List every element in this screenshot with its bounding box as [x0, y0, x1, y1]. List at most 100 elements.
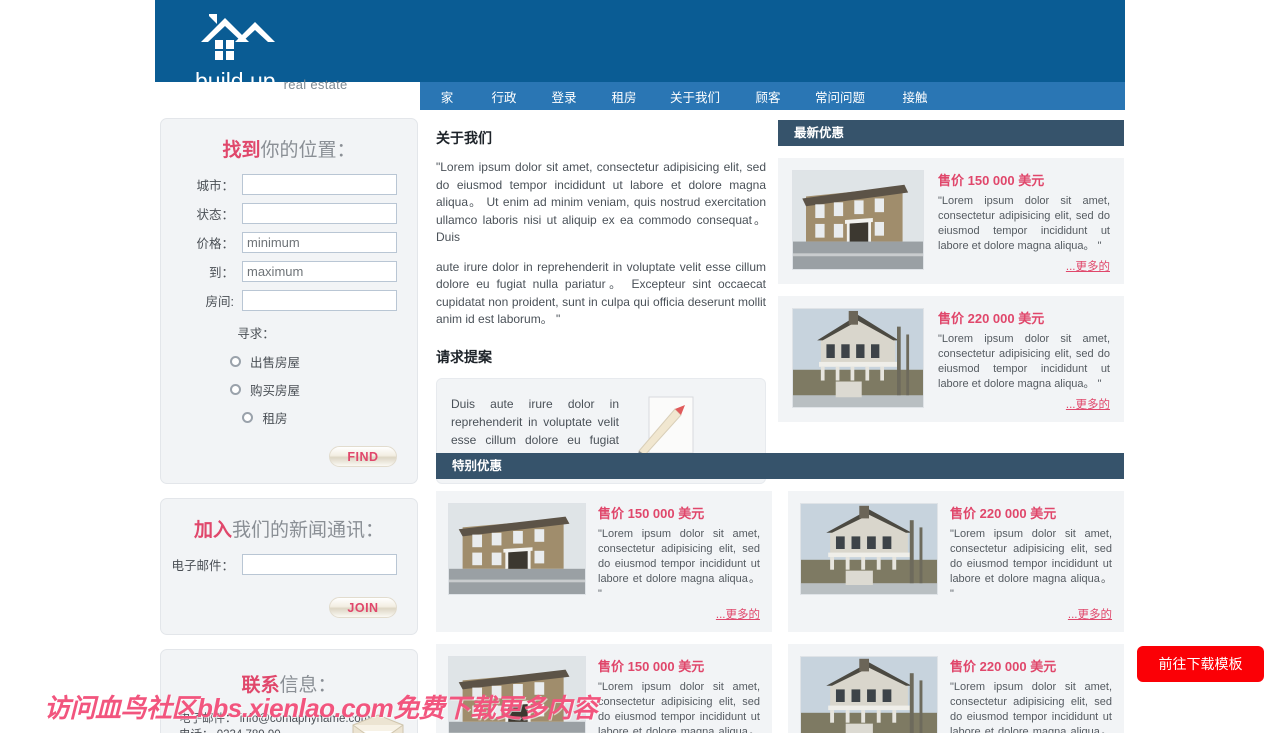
- latest-offers-section: 最新优惠 售价 150 000 美元 "Lorem ipsum dolor sit…: [778, 120, 1124, 422]
- nav-item-2[interactable]: 登录: [534, 82, 594, 110]
- search-option-0[interactable]: 出售房屋: [161, 352, 417, 371]
- special-offer-body: 售价 220 000 美元 "Lorem ipsum dolor sit amet…: [950, 656, 1112, 733]
- latest-offer-body: 售价 150 000 美元 "Lorem ipsum dolor sit amet…: [938, 170, 1110, 274]
- offer-description: "Lorem ipsum dolor sit amet, consectetur…: [938, 333, 1110, 390]
- special-offer-card: 售价 150 000 美元 "Lorem ipsum dolor sit amet…: [436, 491, 772, 632]
- offer-price: 售价 220 000 美元: [950, 506, 1057, 521]
- about-section: 关于我们 "Lorem ipsum dolor sit amet, consec…: [436, 128, 766, 484]
- search-field-label-4: 房间:: [205, 295, 234, 309]
- about-paragraph-1: "Lorem ipsum dolor sit amet, consectetur…: [436, 160, 766, 244]
- latest-offer-card: 售价 150 000 美元 "Lorem ipsum dolor sit amet…: [778, 158, 1124, 284]
- search-field-row-4: 房间:: [161, 290, 417, 311]
- house-roof-icon: [201, 14, 275, 60]
- about-paragraph-2: aute irure dolor in reprehenderit in vol…: [436, 259, 766, 327]
- find-panel-title: 找到你的位置：: [161, 119, 417, 174]
- find-title-rest: 你的位置：: [260, 140, 356, 161]
- special-offer-card: 售价 220 000 美元 "Lorem ipsum dolor sit amet…: [788, 491, 1124, 632]
- special-offer-body: 售价 150 000 美元 "Lorem ipsum dolor sit amet…: [598, 656, 760, 733]
- offer-more-link[interactable]: ...更多的: [950, 606, 1112, 622]
- download-template-button[interactable]: 前往下载模板: [1137, 646, 1264, 682]
- latest-offers-heading: 最新优惠: [778, 120, 1124, 146]
- special-offers-heading: 特别优惠: [436, 453, 1124, 479]
- logo[interactable]: build up real estate: [195, 12, 455, 94]
- offer-price: 售价 150 000 美元: [598, 659, 705, 674]
- notepad-pencil-icon: [637, 396, 694, 457]
- property-photo[interactable]: [800, 503, 938, 595]
- page-root: build up real estate 家行政 登录 租房 关于我们 顾客 常问问题 接触 …: [0, 0, 1280, 733]
- search-option-label-0: 出售房屋: [249, 356, 300, 370]
- search-field-label-2: 价格：: [196, 237, 234, 251]
- logo-text: build up real estate: [195, 68, 348, 95]
- nav-item-3[interactable]: 租房: [594, 82, 654, 110]
- nav-item-6[interactable]: 常问问题: [800, 82, 880, 110]
- offer-more-link[interactable]: ...更多的: [938, 396, 1110, 412]
- about-heading: 关于我们: [436, 130, 492, 146]
- find-location-panel: 找到你的位置： 城市： 状态： 价格： 到： 房间: 寻求： 出售房屋购买房屋租房 FI…: [160, 118, 418, 484]
- nav-item-4[interactable]: 关于我们: [654, 82, 736, 110]
- offer-description: "Lorem ipsum dolor sit amet, consectetur…: [950, 528, 1112, 600]
- search-field-row-1: 状态：: [161, 203, 417, 224]
- newsletter-email-row: 电子邮件：: [161, 554, 417, 575]
- latest-offer-body: 售价 220 000 美元 "Lorem ipsum dolor sit amet…: [938, 308, 1110, 412]
- nav-item-1[interactable]: 行政: [474, 82, 534, 110]
- newsletter-email-label: 电子邮件：: [171, 559, 234, 573]
- offer-price: 售价 220 000 美元: [950, 659, 1057, 674]
- contact-key-1: 电话：: [179, 729, 214, 733]
- search-field-input-2[interactable]: [242, 232, 397, 253]
- search-field-label-3: 到：: [208, 266, 234, 280]
- search-field-input-0[interactable]: [242, 174, 397, 195]
- special-offer-body: 售价 150 000 美元 "Lorem ipsum dolor sit amet…: [598, 503, 760, 622]
- search-option-1[interactable]: 购买房屋: [161, 380, 417, 399]
- nav-item-0[interactable]: 家: [420, 82, 474, 110]
- search-fields: 城市： 状态： 价格： 到： 房间:: [161, 174, 417, 311]
- radio-icon-1[interactable]: [229, 384, 241, 395]
- request-heading: 请求提案: [436, 348, 492, 365]
- join-button[interactable]: JOIN: [329, 597, 397, 618]
- search-field-input-4[interactable]: [242, 290, 397, 311]
- search-option-label-2: 租房: [262, 412, 288, 426]
- offer-description: "Lorem ipsum dolor sit amet, consectetur…: [598, 528, 760, 600]
- offer-price: 售价 220 000 美元: [938, 311, 1045, 326]
- search-field-label-0: 城市：: [196, 179, 234, 193]
- search-field-row-2: 价格：: [161, 232, 417, 253]
- latest-offer-card: 售价 220 000 美元 "Lorem ipsum dolor sit amet…: [778, 296, 1124, 422]
- newsletter-panel: 加入我们的新闻通讯： 电子邮件： JOIN: [160, 498, 418, 635]
- find-button[interactable]: FIND: [329, 446, 397, 467]
- offer-price: 售价 150 000 美元: [598, 506, 705, 521]
- main-nav: 家行政 登录 租房 关于我们 顾客 常问问题 接触: [420, 82, 1125, 110]
- brand-name: build up: [195, 68, 276, 94]
- search-field-row-0: 城市：: [161, 174, 417, 195]
- newsletter-panel-title: 加入我们的新闻通讯：: [161, 499, 417, 554]
- offer-more-link[interactable]: ...更多的: [598, 606, 760, 622]
- special-offer-card: 售价 220 000 美元 "Lorem ipsum dolor sit amet…: [788, 644, 1124, 733]
- radio-icon-0[interactable]: [229, 356, 241, 367]
- contact-value-1: 0234 789 90: [217, 729, 281, 733]
- search-option-2[interactable]: 租房: [161, 408, 417, 427]
- search-field-input-1[interactable]: [242, 203, 397, 224]
- join-button-wrap: JOIN: [161, 583, 417, 634]
- nav-item-5[interactable]: 顾客: [736, 82, 800, 110]
- find-button-wrap: FIND: [161, 436, 417, 483]
- search-field-label-1: 状态：: [196, 208, 234, 222]
- radio-icon-2[interactable]: [242, 412, 254, 423]
- offer-description: "Lorem ipsum dolor sit amet, consectetur…: [598, 681, 760, 733]
- search-field-row-3: 到：: [161, 261, 417, 282]
- left-sidebar: 找到你的位置： 城市： 状态： 价格： 到： 房间: 寻求： 出售房屋购买房屋租房 FI…: [160, 118, 418, 733]
- property-photo[interactable]: [448, 503, 586, 595]
- property-photo[interactable]: [792, 308, 924, 408]
- newsletter-email-input[interactable]: [242, 554, 397, 575]
- offer-description: "Lorem ipsum dolor sit amet, consectetur…: [938, 195, 1110, 252]
- offer-more-link[interactable]: ...更多的: [938, 258, 1110, 274]
- property-photo[interactable]: [800, 656, 938, 733]
- watermark-text: 访问血鸟社区bbs.xienlao.com免费下载更多内容: [44, 693, 598, 723]
- property-photo[interactable]: [792, 170, 924, 270]
- brand-tagline: real estate: [283, 77, 348, 92]
- newsletter-title-strong: 加入: [193, 520, 232, 541]
- search-option-label-1: 购买房屋: [249, 384, 300, 398]
- nav-item-7[interactable]: 接触: [880, 82, 950, 110]
- special-offer-body: 售价 220 000 美元 "Lorem ipsum dolor sit amet…: [950, 503, 1112, 622]
- site-header: build up real estate: [155, 0, 1125, 94]
- offer-price: 售价 150 000 美元: [938, 173, 1045, 188]
- search-field-input-3[interactable]: [242, 261, 397, 282]
- seek-label: 寻求：: [237, 327, 275, 341]
